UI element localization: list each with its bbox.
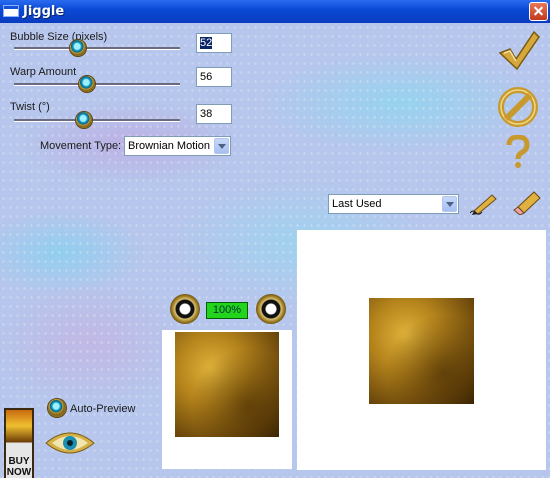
auto-preview-label: Auto-Preview — [70, 403, 136, 415]
eraser-icon[interactable] — [512, 189, 542, 215]
warp-amount-label: Warp Amount — [10, 66, 77, 78]
bubble-size-slider[interactable] — [14, 47, 180, 50]
buy-now-line2: NOW — [6, 467, 32, 478]
question-mark-icon[interactable] — [504, 135, 532, 169]
buy-now-line1: BUY — [8, 456, 30, 467]
bubble-size-label: Bubble Size (pixels) — [10, 31, 108, 43]
bubble-size-slider-knob[interactable] — [70, 40, 86, 56]
movement-type-label: Movement Type: — [40, 140, 122, 152]
preset-value: Last Used — [332, 198, 382, 210]
zoom-level: 100% — [206, 302, 248, 319]
before-preview-image — [175, 332, 279, 437]
window-icon — [3, 5, 19, 17]
eye-icon[interactable] — [44, 421, 96, 465]
preset-select[interactable]: Last Used — [328, 194, 459, 214]
eye-zoom-out-icon[interactable] — [170, 294, 200, 324]
chevron-down-icon[interactable] — [442, 196, 457, 212]
title-bar[interactable]: Jiggle — [0, 0, 550, 23]
pencil-icon[interactable] — [470, 191, 500, 215]
jiggle-dialog: Jiggle Bubble Size (pixels) 52 Warp Amou… — [0, 0, 550, 478]
twist-slider-knob[interactable] — [76, 112, 92, 128]
auto-preview-toggle[interactable] — [48, 399, 66, 417]
after-preview-pane[interactable] — [297, 230, 546, 470]
window-title: Jiggle — [23, 4, 65, 19]
twist-input[interactable]: 38 — [196, 104, 232, 124]
twist-label: Twist (°) — [10, 101, 50, 113]
chevron-down-icon[interactable] — [214, 138, 229, 154]
after-preview-image — [369, 298, 474, 404]
buy-now-button[interactable]: BUY NOW — [4, 408, 34, 478]
twist-slider[interactable] — [14, 119, 180, 122]
bubble-size-input[interactable]: 52 — [196, 33, 232, 53]
before-preview-pane[interactable] — [162, 330, 292, 469]
movement-type-select[interactable]: Brownian Motion — [124, 136, 231, 156]
checkmark-icon[interactable] — [496, 29, 542, 73]
no-entry-icon[interactable] — [496, 85, 540, 129]
warp-amount-slider-knob[interactable] — [79, 76, 95, 92]
dialog-body: Bubble Size (pixels) 52 Warp Amount 56 T… — [0, 23, 550, 478]
movement-type-value: Brownian Motion — [128, 140, 210, 152]
close-button[interactable] — [529, 2, 548, 21]
warp-amount-slider[interactable] — [14, 83, 180, 86]
warp-amount-input[interactable]: 56 — [196, 67, 232, 87]
eye-zoom-in-icon[interactable] — [256, 294, 286, 324]
